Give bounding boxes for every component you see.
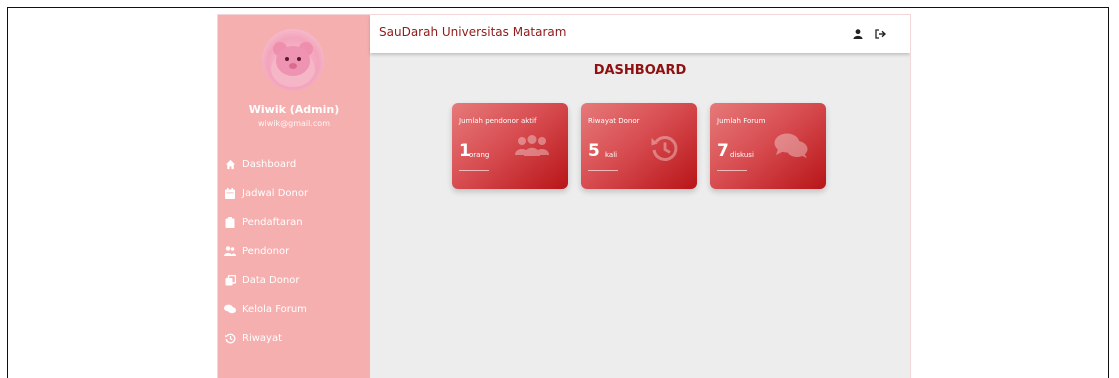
brand-title[interactable]: SauDarah Universitas Mataram <box>379 25 566 39</box>
card-label: Jumlah pendonor aktif <box>459 117 537 125</box>
history-icon <box>651 135 678 161</box>
sidebar-item-label: Pendonor <box>242 245 290 257</box>
sidebar-item-pendonor[interactable]: Pendonor <box>224 242 289 260</box>
card-divider <box>588 170 618 171</box>
logout-button[interactable] <box>873 26 887 40</box>
sidebar: Wiwik (Admin) wiwik@gmail.com Dashboard … <box>218 15 370 378</box>
sidebar-item-label: Riwayat <box>242 332 282 344</box>
card-unit: diskusi <box>730 151 754 159</box>
page-title: DASHBOARD <box>593 63 687 78</box>
sidebar-item-label: Kelola Forum <box>242 303 307 315</box>
users-icon <box>515 135 549 156</box>
sidebar-item-data-donor[interactable]: Data Donor <box>224 271 299 289</box>
clipboard-icon <box>224 216 236 228</box>
card-divider <box>459 170 489 171</box>
copy-icon <box>224 274 236 286</box>
card-label: Riwayat Donor <box>588 117 640 125</box>
stat-card-jumlah-forum[interactable]: Jumlah Forum 7 diskusi <box>710 103 826 189</box>
sidebar-item-label: Jadwal Donor <box>242 187 309 199</box>
home-icon <box>224 158 236 170</box>
users-icon <box>224 245 236 257</box>
history-icon <box>224 332 236 344</box>
card-value: 5 <box>588 141 600 161</box>
calendar-icon <box>224 187 236 199</box>
user-name: Wiwik (Admin) <box>248 103 340 116</box>
card-unit: orang <box>469 151 490 159</box>
card-divider <box>717 170 747 171</box>
profile-button[interactable] <box>851 26 865 40</box>
stat-card-pendonor-aktif[interactable]: Jumlah pendonor aktif 1 orang <box>452 103 568 189</box>
comments-icon <box>774 133 808 158</box>
sidebar-item-label: Pendaftaran <box>242 216 303 228</box>
sidebar-item-label: Dashboard <box>242 158 297 170</box>
sidebar-item-label: Data Donor <box>242 274 300 286</box>
logout-icon <box>874 24 886 43</box>
sidebar-item-dashboard[interactable]: Dashboard <box>224 155 296 173</box>
card-unit: kali <box>605 151 618 159</box>
user-avatar <box>262 29 324 91</box>
user-icon <box>853 24 863 43</box>
sidebar-item-pendaftaran[interactable]: Pendaftaran <box>224 213 303 231</box>
card-value: 7 <box>717 141 729 161</box>
stat-card-riwayat-donor[interactable]: Riwayat Donor 5 kali <box>581 103 697 189</box>
top-navbar: SauDarah Universitas Mataram <box>370 15 910 53</box>
app-shell: Wiwik (Admin) wiwik@gmail.com Dashboard … <box>218 15 910 378</box>
sidebar-item-riwayat[interactable]: Riwayat <box>224 329 282 347</box>
card-label: Jumlah Forum <box>717 117 766 125</box>
comments-icon <box>224 303 236 315</box>
sidebar-item-kelola-forum[interactable]: Kelola Forum <box>224 300 307 318</box>
user-email: wiwik@gmail.com <box>257 119 330 128</box>
sidebar-item-jadwal-donor[interactable]: Jadwal Donor <box>224 184 308 202</box>
